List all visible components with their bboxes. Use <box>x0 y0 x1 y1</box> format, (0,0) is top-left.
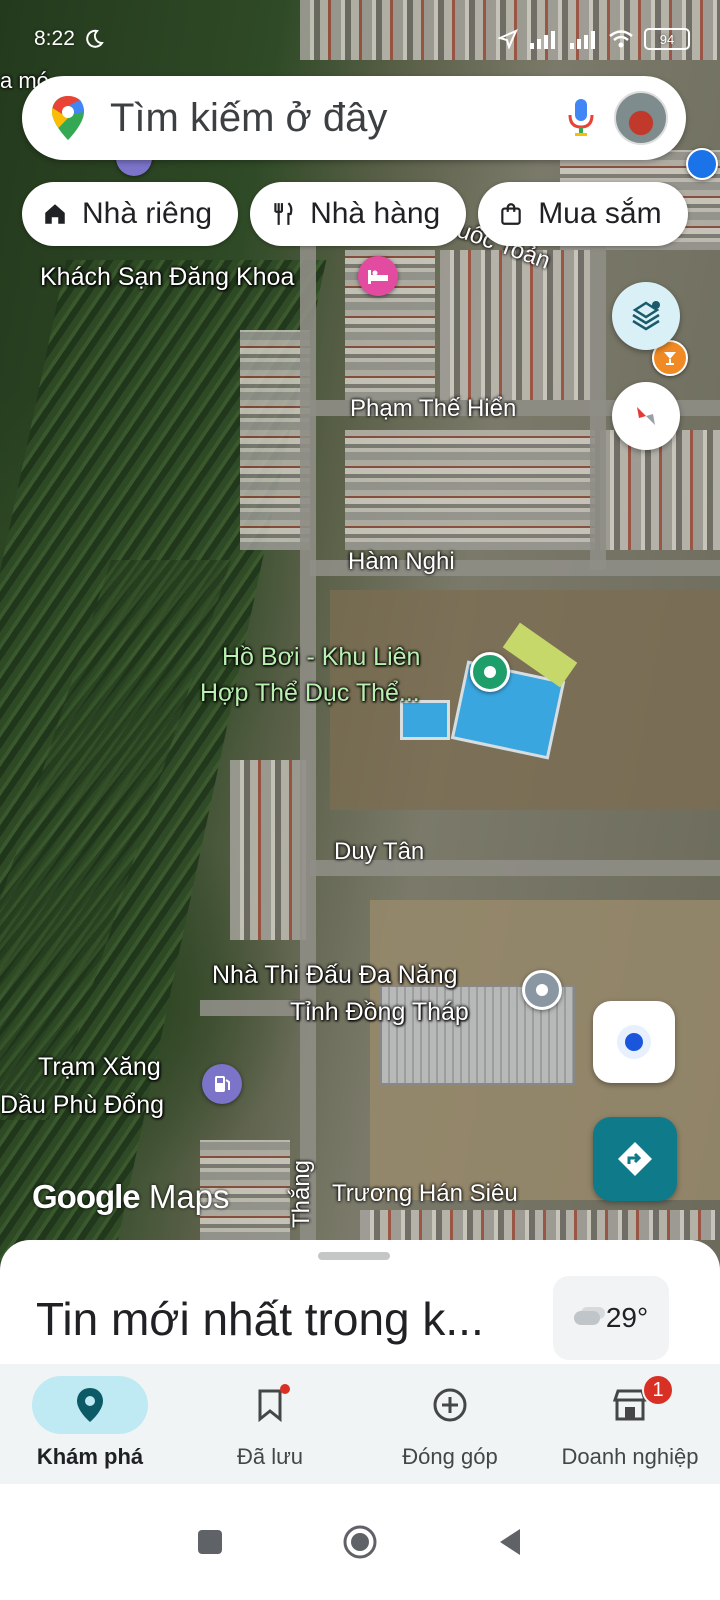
road <box>590 240 606 570</box>
watermark-brand: Google <box>32 1178 141 1215</box>
building-block <box>230 760 310 940</box>
search-bar[interactable]: Tìm kiếm ở đây <box>22 76 686 160</box>
layers-icon <box>632 301 660 331</box>
chip-label: Mua sắm <box>538 197 662 230</box>
cocktail-icon <box>664 352 676 365</box>
place-label-pool-line2[interactable]: Hợp Thể Dục Thể... <box>200 678 420 708</box>
compass-button[interactable] <box>612 382 680 450</box>
nav-icon-container <box>392 1376 508 1434</box>
circle-home-icon <box>343 1525 377 1559</box>
road-label-thang: Thắng <box>288 1159 316 1229</box>
notification-badge: 1 <box>642 1374 674 1406</box>
chip-restaurant[interactable]: Nhà hàng <box>250 182 467 246</box>
place-label-hotel[interactable]: Khách Sạn Đăng Khoa <box>40 262 294 292</box>
nav-icon-container <box>212 1376 328 1434</box>
building-block <box>440 250 590 400</box>
news-bottom-sheet[interactable]: Tin mới nhất trong k... 29° <box>0 1240 720 1364</box>
nav-label: Đã lưu <box>236 1444 304 1469</box>
temperature: 29° <box>605 1302 649 1333</box>
home-icon <box>45 204 65 224</box>
partial-blue-pin[interactable] <box>686 148 718 180</box>
search-placeholder[interactable]: Tìm kiếm ở đây <box>110 96 566 141</box>
moon-icon <box>86 29 104 48</box>
pin-dot <box>484 666 496 678</box>
battery-level: 94 <box>659 31 675 47</box>
place-label-arena-line2[interactable]: Tỉnh Đồng Tháp <box>290 997 469 1027</box>
microphone-icon[interactable] <box>566 97 596 139</box>
category-chips: Nhà riêng Nhà hàng Mua sắm <box>22 182 688 246</box>
arena-pin[interactable] <box>522 970 562 1010</box>
chip-home[interactable]: Nhà riêng <box>22 182 239 246</box>
signal-icon <box>530 31 555 49</box>
building-block <box>360 1210 720 1240</box>
system-navigation-bar <box>0 1484 720 1600</box>
place-label-gas-line1[interactable]: Trạm Xăng <box>38 1052 161 1082</box>
compass-icon <box>637 407 655 425</box>
place-label-gas-line2[interactable]: Dầu Phù Đổng <box>0 1090 164 1120</box>
directions-icon <box>618 1142 652 1176</box>
sheet-drag-handle[interactable] <box>318 1252 390 1260</box>
chip-label: Nhà hàng <box>310 197 441 230</box>
signal-icon-2 <box>570 31 595 49</box>
nav-business[interactable]: 1 Doanh nghiệp <box>540 1364 720 1484</box>
triangle-back-icon <box>500 1529 520 1555</box>
park-pin[interactable] <box>470 652 510 692</box>
explore-pin-icon <box>77 1388 103 1422</box>
chip-shopping[interactable]: Mua sắm <box>478 182 688 246</box>
back-button[interactable] <box>490 1522 530 1562</box>
road <box>300 230 316 1240</box>
google-maps-logo-icon <box>52 96 84 140</box>
location-arrow-icon <box>498 29 518 49</box>
google-maps-watermark: Google Maps <box>32 1178 230 1216</box>
bottom-navigation: Khám phá Đã lưu Đóng góp 1 Doanh nghiệp <box>0 1364 720 1484</box>
watermark-product: Maps <box>148 1178 230 1215</box>
pin-dot <box>536 984 548 996</box>
add-circle-icon <box>433 1388 467 1422</box>
recents-button[interactable] <box>190 1522 230 1562</box>
home-button[interactable] <box>340 1522 380 1562</box>
weather-chip[interactable]: 29° <box>553 1276 669 1360</box>
status-time: 8:22 <box>34 27 75 50</box>
cloud-icon <box>573 1311 600 1325</box>
building-block <box>345 430 595 550</box>
place-label-arena-line1[interactable]: Nhà Thi Đấu Đa Năng <box>212 960 458 990</box>
sheet-title[interactable]: Tin mới nhất trong k... <box>36 1292 484 1346</box>
notification-dot <box>280 1384 290 1394</box>
my-location-button[interactable] <box>593 1001 675 1083</box>
square-icon <box>198 1530 222 1554</box>
nav-label: Doanh nghiệp <box>561 1444 699 1469</box>
profile-avatar[interactable] <box>614 91 668 145</box>
road-label-duy-tan: Duy Tân <box>334 838 425 865</box>
nav-icon-container <box>32 1376 148 1434</box>
status-bar: 8:22 94 <box>34 22 690 56</box>
nav-contribute[interactable]: Đóng góp <box>360 1364 540 1484</box>
layers-button[interactable] <box>612 282 680 350</box>
road-label-truong-han-sieu: Trương Hán Siêu <box>332 1180 518 1207</box>
gas-station-pin[interactable] <box>202 1064 242 1104</box>
place-label-pool-line1[interactable]: Hồ Bơi - Khu Liên <box>222 642 420 672</box>
hotel-pin[interactable] <box>358 256 398 296</box>
wifi-icon <box>609 30 633 48</box>
nav-label: Đóng góp <box>402 1444 498 1469</box>
gas-pump-icon <box>215 1076 230 1092</box>
directions-button[interactable] <box>593 1117 677 1201</box>
building-block <box>600 430 720 550</box>
bed-icon <box>368 270 388 284</box>
restaurant-icon <box>274 202 293 225</box>
nav-saved[interactable]: Đã lưu <box>180 1364 360 1484</box>
my-location-icon <box>617 1025 651 1059</box>
road-label-ham-nghi: Hàm Nghi <box>348 548 455 575</box>
battery-indicator: 94 <box>644 28 690 50</box>
road-label-pham-the-hien: Phạm Thế Hiển <box>350 395 517 422</box>
chip-label: Nhà riêng <box>82 197 213 230</box>
nav-label: Khám phá <box>36 1444 144 1469</box>
nav-icon-container: 1 <box>572 1374 688 1434</box>
nav-explore[interactable]: Khám phá <box>0 1364 180 1484</box>
shopping-bag-icon <box>501 203 521 225</box>
bookmark-icon <box>258 1389 282 1422</box>
